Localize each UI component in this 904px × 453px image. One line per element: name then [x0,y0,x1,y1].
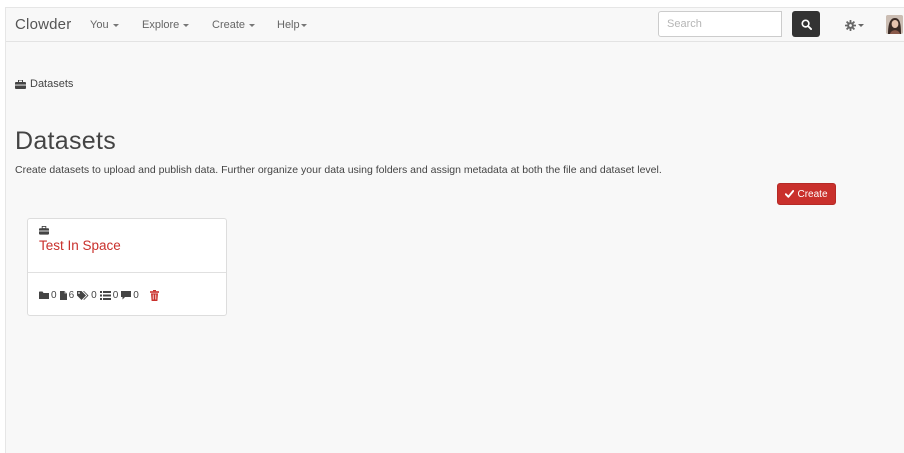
create-button-label: Create [797,188,828,200]
briefcase-icon [15,79,26,89]
brand-logo[interactable]: Clowder [15,16,71,33]
file-count: 6 [59,289,75,301]
nav-menu-label: Explore [142,19,180,31]
caret-down-icon [249,23,256,27]
nav-menu-you[interactable]: You [90,19,119,31]
folder-icon [39,291,49,299]
tags-icon [77,290,89,300]
user-avatar-icon [886,15,903,34]
nav-menu-label: Create [212,19,246,31]
breadcrumb-item-datasets[interactable]: Datasets [30,78,73,90]
search-input[interactable] [658,11,782,37]
trash-icon [149,289,159,301]
folder-count-value: 0 [51,289,57,301]
create-dataset-button[interactable]: Create [777,183,836,205]
search-icon [800,18,812,30]
settings-menu[interactable] [845,17,867,33]
caret-down-icon [183,23,190,27]
comment-count-value: 0 [133,289,139,301]
page-description: Create datasets to upload and publish da… [15,164,662,176]
delete-dataset-button[interactable] [149,289,159,301]
file-count-value: 6 [68,289,75,301]
nav-menu-help[interactable]: Help [277,19,307,31]
nav-menu-label: Help [277,19,300,31]
navbar: Clowder You Explore Create Help [6,8,904,42]
list-icon [99,290,111,300]
page-title: Datasets [15,127,117,155]
dataset-stats: 0 6 0 0 0 [39,288,159,302]
check-icon [785,190,795,198]
breadcrumb: Datasets [15,78,73,90]
nav-menu-label: You [90,19,109,31]
gear-icon [845,19,856,31]
metadata-count: 0 [99,289,119,301]
comment-icon [121,290,132,299]
nav-menu-create[interactable]: Create [212,19,256,31]
metadata-count-value: 0 [112,289,119,301]
tag-count: 0 [77,290,97,301]
tag-count-value: 0 [91,289,97,301]
file-icon [59,290,67,300]
avatar[interactable] [886,15,903,34]
app-frame: Clowder You Explore Create Help Search D… [5,7,904,453]
folder-count: 0 [39,290,57,301]
dataset-card: Test In Space 0 6 0 0 0 [27,218,227,316]
search-button[interactable] [792,11,820,37]
dataset-title-link[interactable]: Test In Space [39,238,121,253]
caret-down-icon [112,23,119,27]
caret-down-icon [300,23,307,27]
comment-count: 0 [121,290,139,301]
card-divider [28,272,226,273]
nav-menu-explore[interactable]: Explore [142,19,190,31]
caret-down-icon [858,23,864,27]
